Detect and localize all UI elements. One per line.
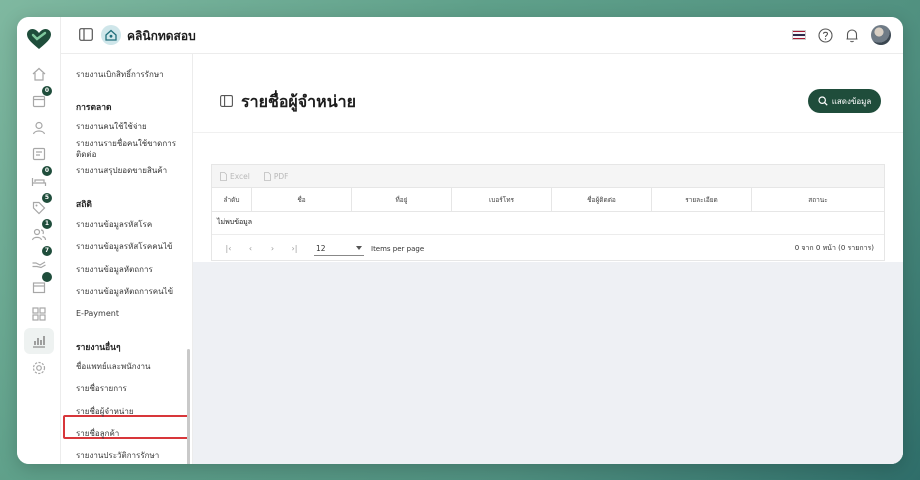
avatar[interactable] [871,25,891,45]
menu-item[interactable]: รายงานประวัติการรักษา [76,450,188,461]
hand-icon[interactable]: 7 [28,246,52,272]
show-data-button[interactable]: แสดงข้อมูล [808,89,881,113]
menu-item[interactable]: รายงานสรุปยอดขายสินค้า [76,165,188,176]
menu-item-claim-report[interactable]: รายงานเบิกสิทธิ์การรักษา [76,69,188,80]
column-header[interactable]: รายละเอียด [652,188,752,211]
gear-icon[interactable] [28,357,50,379]
show-data-label: แสดงข้อมูล [831,96,872,106]
last-page-icon[interactable]: ›| [289,244,300,253]
clinic-name[interactable]: คลินิกทดสอบ [127,27,196,46]
menu-item[interactable]: รายงานข้อมูลรหัสโรคคนไข้ [76,241,188,252]
menu-item[interactable]: รายงานรายชื่อคนใช้ขาดการติดต่อ [76,138,188,160]
menu-heading-stats: สถิติ [76,200,92,210]
clinic-logo-icon [101,25,121,45]
supplier-table: Excel PDF ลำดับ ชื่อ ที่อยู่ เบอร์โทร ชื… [211,164,885,261]
heart-logo-icon[interactable] [26,28,52,50]
content-background [193,262,903,464]
export-pdf-label: PDF [273,171,289,181]
export-excel-label: Excel [230,171,250,181]
page-size-select[interactable]: 12 [314,242,364,256]
thai-flag-icon[interactable] [792,30,806,40]
empty-message: ไม่พบข้อมูล [217,218,253,226]
column-header[interactable]: ชื่อผู้ติดต่อ [552,188,652,211]
menu-item[interactable]: รายชื่อลูกค้า [76,428,188,439]
document-icon[interactable] [28,143,50,165]
chart-icon[interactable] [24,328,54,354]
menu-item-supplier-list[interactable]: รายชื่อผู้จำหน่าย [76,406,188,417]
column-header[interactable]: สถานะ [752,188,884,211]
menu-item[interactable]: รายงานข้อมูลหัตถการคนไข้ [76,286,188,297]
excel-file-icon [220,171,227,181]
menu-scrollbar[interactable] [187,349,190,464]
menu-item[interactable]: ชื่อแพทย์และพนักงาน [76,361,188,372]
grid-icon[interactable] [28,303,50,325]
rail-badge: 0 [42,166,52,176]
user-icon[interactable] [28,117,50,139]
help-icon[interactable] [817,27,833,43]
column-header[interactable]: ชื่อ [252,188,352,211]
rail-badge: 0 [42,86,52,96]
column-header[interactable]: ลำดับ [212,188,252,211]
rail-badge: 5 [42,193,52,203]
divider [193,132,903,133]
export-toolbar: Excel PDF [212,165,884,188]
pagination: |‹ ‹ › ›| 12 Items per page 0 จาก 0 หน้า… [212,234,884,262]
tag-icon[interactable]: 5 [28,193,52,219]
page-range-text: 0 จาก 0 หน้า (0 รายการ) [794,244,874,252]
column-header[interactable]: ที่อยู่ [352,188,452,211]
rail-badge: 7 [42,246,52,256]
home-icon[interactable] [28,63,50,85]
menu-item[interactable]: รายงานข้อมูลรหัสโรค [76,219,188,230]
export-pdf-button[interactable]: PDF [263,171,289,181]
next-page-icon[interactable]: › [267,244,278,253]
calendar-icon[interactable]: 0 [28,86,52,112]
menu-heading-marketing: การตลาด [76,103,112,113]
search-icon [818,96,828,106]
page-size-value: 12 [316,243,326,253]
menu-item[interactable]: E-Payment [76,308,188,319]
menu-item[interactable]: รายงานคนใช้ใช้จ่าย [76,121,188,132]
items-per-page-label: Items per page [371,244,425,253]
report-menu: รายงานเบิกสิทธิ์การรักษา การตลาด รายงานค… [61,54,193,464]
bell-icon[interactable] [844,27,860,43]
rail-badge: 1 [42,219,52,229]
sidebar-toggle-icon[interactable] [79,28,93,41]
menu-item[interactable]: รายชื่อรายการ [76,383,188,394]
box-icon[interactable] [28,272,52,298]
main-content: รายชื่อผู้จำหน่าย แสดงข้อมูล Excel PDF ล… [193,54,903,464]
export-excel-button[interactable]: Excel [220,172,250,181]
top-header: คลินิกทดสอบ [61,17,903,54]
rail-badge [42,272,52,282]
chevron-down-icon [356,246,362,250]
menu-item[interactable]: รายงานข้อมูลหัตถการ [76,264,188,275]
bed-icon[interactable]: 0 [28,166,52,192]
icon-rail: 0 0 5 1 7 [17,17,61,464]
table-header: ลำดับ ชื่อ ที่อยู่ เบอร์โทร ชื่อผู้ติดต่… [212,188,884,212]
app-window: 0 0 5 1 7 คลินิกทดสอบ รายงานเบิกสิทธิ์กา… [17,17,903,464]
group-icon[interactable]: 1 [28,219,52,245]
page-title: รายชื่อผู้จำหน่าย [241,92,356,111]
pdf-file-icon [263,171,271,181]
panel-toggle-icon[interactable] [220,95,233,107]
first-page-icon[interactable]: |‹ [223,244,234,253]
column-header[interactable]: เบอร์โทร [452,188,552,211]
menu-heading-other: รายงานอื่นๆ [76,343,121,353]
prev-page-icon[interactable]: ‹ [245,244,256,253]
